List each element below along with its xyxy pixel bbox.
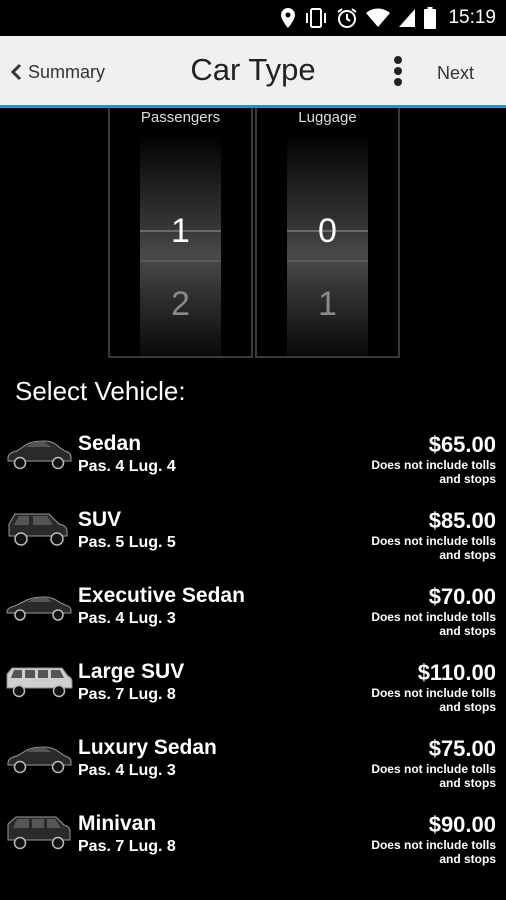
next-button[interactable]: Next [437, 63, 474, 84]
vehicle-price: $65.00 [428, 432, 496, 457]
vehicle-price-note: Does not include tolls and stops [371, 458, 496, 486]
vehicle-capacity: Pas. 7 Lug. 8 [78, 838, 176, 855]
page-title: Car Type [190, 52, 316, 87]
more-options-icon[interactable] [388, 54, 408, 88]
vehicle-name: Large SUV [78, 660, 185, 683]
vehicle-price-note: Does not include tolls and stops [371, 838, 496, 866]
sedan-car-icon [7, 440, 72, 470]
vehicle-price: $75.00 [428, 736, 496, 761]
cell-signal-icon [399, 9, 416, 27]
minivan-icon [7, 816, 71, 850]
vehicle-name: Executive Sedan [78, 584, 245, 607]
vehicle-price-note: Does not include tolls and stops [371, 686, 496, 714]
battery-icon [424, 7, 437, 29]
picker-selected-value: 0 [318, 212, 337, 250]
vehicle-item-minivan[interactable]: Minivan Pas. 7 Lug. 8 $90.00 Does not in… [0, 804, 506, 880]
vibrate-icon [306, 8, 327, 28]
vehicle-price-note: Does not include tolls and stops [371, 534, 496, 562]
picker-next-value[interactable]: 2 [110, 285, 251, 324]
vehicle-capacity: Pas. 4 Lug. 3 [78, 762, 176, 779]
limousine-icon [6, 667, 73, 698]
vehicle-capacity: Pas. 4 Lug. 3 [78, 610, 176, 627]
vehicle-list: Sedan Pas. 4 Lug. 4 $65.00 Does not incl… [0, 424, 506, 880]
wifi-icon [366, 8, 391, 27]
vehicle-price-note: Does not include tolls and stops [371, 762, 496, 790]
status-icons: 15:19 [280, 6, 496, 30]
status-time: 15:19 [448, 7, 496, 28]
alarm-icon [337, 8, 358, 28]
vehicle-item-luxury-sedan[interactable]: Luxury Sedan Pas. 4 Lug. 3 $75.00 Does n… [0, 728, 506, 804]
passengers-picker[interactable]: Passengers 1 2 [108, 108, 253, 358]
status-bar: 15:19 [0, 0, 506, 36]
location-pin-icon [281, 8, 296, 28]
luggage-picker[interactable]: Luggage 0 1 [255, 108, 400, 358]
vehicle-item-sedan[interactable]: Sedan Pas. 4 Lug. 4 $65.00 Does not incl… [0, 424, 506, 500]
vehicle-price: $85.00 [428, 508, 496, 533]
vehicle-item-large-suv[interactable]: Large SUV Pas. 7 Lug. 8 $110.00 Does not… [0, 652, 506, 728]
app-header: Summary Car Type Next [0, 36, 506, 108]
picker-label: Passengers [140, 109, 221, 126]
vehicle-price: $70.00 [428, 584, 496, 609]
picker-selected-value: 1 [171, 212, 190, 250]
vehicle-capacity: Pas. 5 Lug. 5 [78, 534, 176, 551]
vehicle-item-executive-sedan[interactable]: Executive Sedan Pas. 4 Lug. 3 $70.00 Doe… [0, 576, 506, 652]
picker-next-value[interactable]: 1 [257, 285, 398, 324]
suv-car-icon [8, 513, 68, 546]
count-pickers: Passengers 1 2 Luggage 0 1 [108, 108, 400, 358]
vehicle-name: Minivan [78, 812, 157, 835]
vehicle-name: Luxury Sedan [78, 736, 217, 759]
vehicle-capacity: Pas. 4 Lug. 4 [78, 458, 176, 475]
picker-divider [287, 260, 368, 262]
vehicle-price: $90.00 [428, 812, 496, 837]
picker-divider [140, 260, 221, 262]
vehicle-item-suv[interactable]: SUV Pas. 5 Lug. 5 $85.00 Does not includ… [0, 500, 506, 576]
vehicle-name: Sedan [78, 432, 142, 455]
vehicle-capacity: Pas. 7 Lug. 8 [78, 686, 176, 703]
picker-label: Luggage [298, 109, 357, 126]
vehicle-price-note: Does not include tolls and stops [371, 610, 496, 638]
executive-sedan-icon [6, 596, 72, 621]
vehicle-name: SUV [78, 508, 122, 531]
luxury-sedan-icon [7, 746, 72, 774]
vehicle-price: $110.00 [417, 660, 496, 685]
select-vehicle-heading: Select Vehicle: [15, 376, 186, 406]
